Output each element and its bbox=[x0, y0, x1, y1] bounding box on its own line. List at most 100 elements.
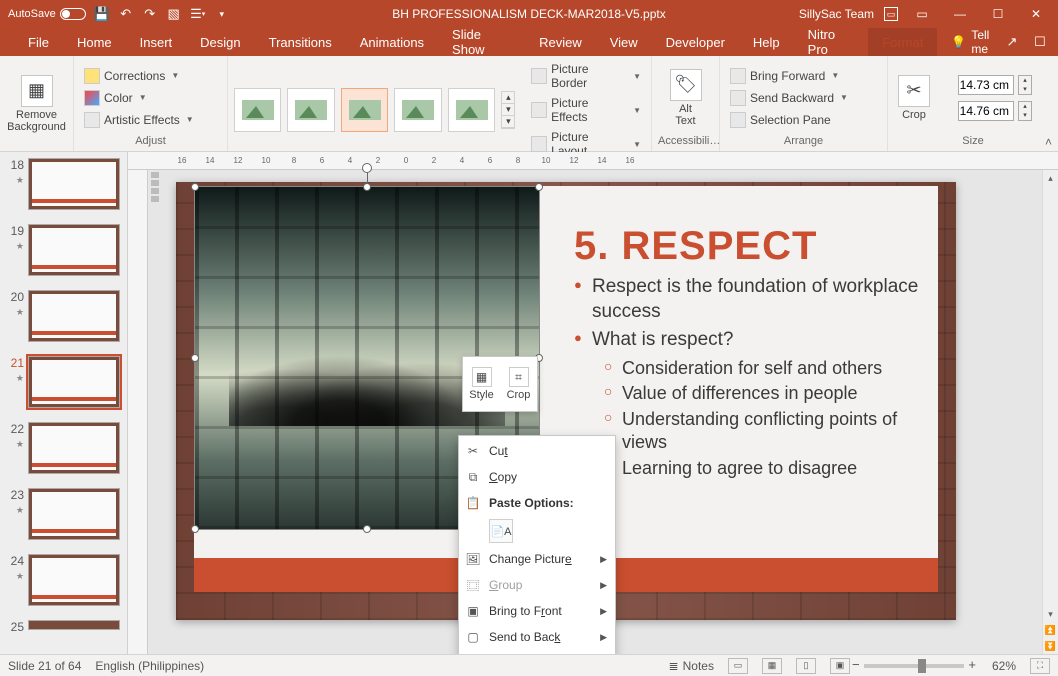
style-gallery-scroll[interactable]: ▴▾▾ bbox=[501, 91, 515, 129]
account-icon[interactable]: ▭ bbox=[884, 7, 898, 21]
thumbnail-22[interactable]: 22★ bbox=[0, 420, 127, 486]
resize-handle-tm[interactable] bbox=[363, 183, 371, 191]
qat-customize-icon[interactable]: ▾ bbox=[214, 6, 230, 22]
picture-style-4[interactable] bbox=[394, 88, 441, 132]
zoom-thumb[interactable] bbox=[918, 659, 926, 673]
picture-style-1[interactable] bbox=[234, 88, 281, 132]
outline-collapse-handle[interactable] bbox=[149, 172, 161, 202]
thumbnail-20[interactable]: 20★ bbox=[0, 288, 127, 354]
remove-background-button[interactable]: ▦ Remove Background bbox=[6, 75, 67, 133]
corrections-button[interactable]: Corrections▼ bbox=[80, 66, 198, 86]
group-icon: ⿴ bbox=[465, 577, 481, 593]
list-icon[interactable]: ☰▾ bbox=[190, 6, 206, 22]
undo-icon[interactable]: ↶ bbox=[118, 6, 134, 22]
tab-help[interactable]: Help bbox=[739, 28, 794, 56]
next-slide-icon[interactable]: ⏬ bbox=[1043, 638, 1058, 654]
picture-style-2[interactable] bbox=[287, 88, 334, 132]
color-button[interactable]: Color▼ bbox=[80, 88, 198, 108]
thumbnail-25[interactable]: 25 bbox=[0, 618, 127, 646]
ctx-cut[interactable]: ✂Cut bbox=[459, 438, 615, 464]
tab-home[interactable]: Home bbox=[63, 28, 126, 56]
ctx-bring-to-front[interactable]: ▣Bring to Front▶ bbox=[459, 598, 615, 624]
alt-text-button[interactable]: 🏷 Alt Text bbox=[658, 69, 713, 127]
vertical-scrollbar[interactable]: ▴ ▾ ⏫ ⏬ bbox=[1042, 170, 1058, 654]
collapse-ribbon-icon[interactable]: ˄ bbox=[1045, 135, 1052, 149]
width-spinner[interactable]: ▴▾ bbox=[1018, 101, 1032, 121]
more-icon[interactable]: ▾ bbox=[502, 116, 514, 128]
chevron-down-icon: ▼ bbox=[633, 140, 641, 149]
reading-view-button[interactable]: ▯ bbox=[796, 658, 816, 674]
send-backward-button[interactable]: Send Backward▼ bbox=[726, 88, 852, 108]
selection-pane-button[interactable]: Selection Pane bbox=[726, 110, 852, 130]
normal-view-button[interactable]: ▭ bbox=[728, 658, 748, 674]
rotate-handle[interactable] bbox=[362, 163, 372, 173]
close-button[interactable]: ✕ bbox=[1022, 5, 1050, 23]
ctx-send-to-back[interactable]: ▢Send to Back▶ bbox=[459, 624, 615, 650]
bring-forward-button[interactable]: Bring Forward▼ bbox=[726, 66, 852, 86]
share-icon[interactable]: ↗ bbox=[1004, 34, 1020, 50]
tab-developer[interactable]: Developer bbox=[652, 28, 739, 56]
mini-style-button[interactable]: ▦Style bbox=[463, 357, 500, 411]
tab-nitro[interactable]: Nitro Pro bbox=[794, 28, 869, 56]
tellme-search[interactable]: 💡 Tell me bbox=[937, 28, 1004, 56]
resize-handle-ml[interactable] bbox=[191, 354, 199, 362]
ctx-change-picture[interactable]: 🖼Change Picture▶ bbox=[459, 546, 615, 572]
resize-handle-bm[interactable] bbox=[363, 525, 371, 533]
account-name[interactable]: SillySac Team bbox=[799, 7, 874, 21]
redo-icon[interactable]: ↷ bbox=[142, 6, 158, 22]
slide-counter[interactable]: Slide 21 of 64 bbox=[8, 659, 81, 673]
picture-effects-button[interactable]: Picture Effects▼ bbox=[527, 94, 645, 126]
slide-canvas[interactable]: 1614121086420246810121416 ▴ ▾ ⏫ ⏬ bbox=[128, 152, 1058, 654]
tab-transitions[interactable]: Transitions bbox=[255, 28, 346, 56]
thumbnail-23[interactable]: 23★ bbox=[0, 486, 127, 552]
artistic-effects-button[interactable]: Artistic Effects▼ bbox=[80, 110, 198, 130]
mini-crop-button[interactable]: ⌗Crop bbox=[500, 357, 537, 411]
autosave-toggle[interactable]: AutoSave bbox=[8, 8, 86, 20]
up-arrow-icon[interactable]: ▴ bbox=[502, 92, 514, 104]
slide-sorter-button[interactable]: ▦ bbox=[762, 658, 782, 674]
comments-icon[interactable]: ☐ bbox=[1032, 34, 1048, 50]
ctx-link[interactable]: 🔗Link▶ bbox=[459, 650, 615, 654]
ctx-copy[interactable]: ⧉Copy bbox=[459, 464, 615, 490]
notes-button[interactable]: ≣Notes bbox=[669, 659, 714, 673]
tab-file[interactable]: File bbox=[14, 28, 63, 56]
tab-format[interactable]: Format bbox=[868, 28, 937, 56]
height-input[interactable]: ▴▾ bbox=[940, 75, 1032, 95]
fit-to-window-button[interactable]: ⛶ bbox=[1030, 658, 1050, 674]
resize-handle-bl[interactable] bbox=[191, 525, 199, 533]
slide-thumbnails[interactable]: 18★ 19★ 20★ 21★ 22★ 23★ 24★ 25 bbox=[0, 152, 128, 654]
zoom-slider[interactable] bbox=[864, 664, 964, 668]
slide-text-content[interactable]: 5. RESPECT Respect is the foundation of … bbox=[574, 224, 926, 482]
slideshow-view-button[interactable]: ▣ bbox=[830, 658, 850, 674]
resize-handle-tl[interactable] bbox=[191, 183, 199, 191]
thumbnail-18[interactable]: 18★ bbox=[0, 156, 127, 222]
thumbnail-24[interactable]: 24★ bbox=[0, 552, 127, 618]
tab-slideshow[interactable]: Slide Show bbox=[438, 28, 525, 56]
tab-view[interactable]: View bbox=[596, 28, 652, 56]
ribbon-options-icon[interactable]: ▭ bbox=[908, 5, 936, 23]
thumbnail-21-current[interactable]: 21★ bbox=[0, 354, 127, 420]
paste-keep-formatting-button[interactable]: 📄A bbox=[489, 519, 513, 543]
tab-animations[interactable]: Animations bbox=[346, 28, 438, 56]
minimize-button[interactable]: — bbox=[946, 5, 974, 23]
scroll-up-icon[interactable]: ▴ bbox=[1043, 170, 1058, 186]
picture-style-5[interactable] bbox=[448, 88, 495, 132]
tab-design[interactable]: Design bbox=[186, 28, 254, 56]
height-spinner[interactable]: ▴▾ bbox=[1018, 75, 1032, 95]
crop-button[interactable]: ✂ Crop bbox=[894, 75, 934, 121]
save-icon[interactable]: 💾 bbox=[94, 6, 110, 22]
width-input[interactable]: ▴▾ bbox=[940, 101, 1032, 121]
tab-review[interactable]: Review bbox=[525, 28, 596, 56]
thumbnail-19[interactable]: 19★ bbox=[0, 222, 127, 288]
down-arrow-icon[interactable]: ▾ bbox=[502, 104, 514, 116]
tab-insert[interactable]: Insert bbox=[126, 28, 187, 56]
zoom-percent[interactable]: 62% bbox=[992, 659, 1016, 673]
picture-border-button[interactable]: Picture Border▼ bbox=[527, 60, 645, 92]
start-from-beginning-icon[interactable]: ▧ bbox=[166, 6, 182, 22]
prev-slide-icon[interactable]: ⏫ bbox=[1043, 622, 1058, 638]
maximize-button[interactable]: ☐ bbox=[984, 5, 1012, 23]
picture-style-3-selected[interactable] bbox=[341, 88, 388, 132]
resize-handle-tr[interactable] bbox=[535, 183, 543, 191]
language-status[interactable]: English (Philippines) bbox=[95, 659, 204, 673]
scroll-down-icon[interactable]: ▾ bbox=[1043, 606, 1058, 622]
